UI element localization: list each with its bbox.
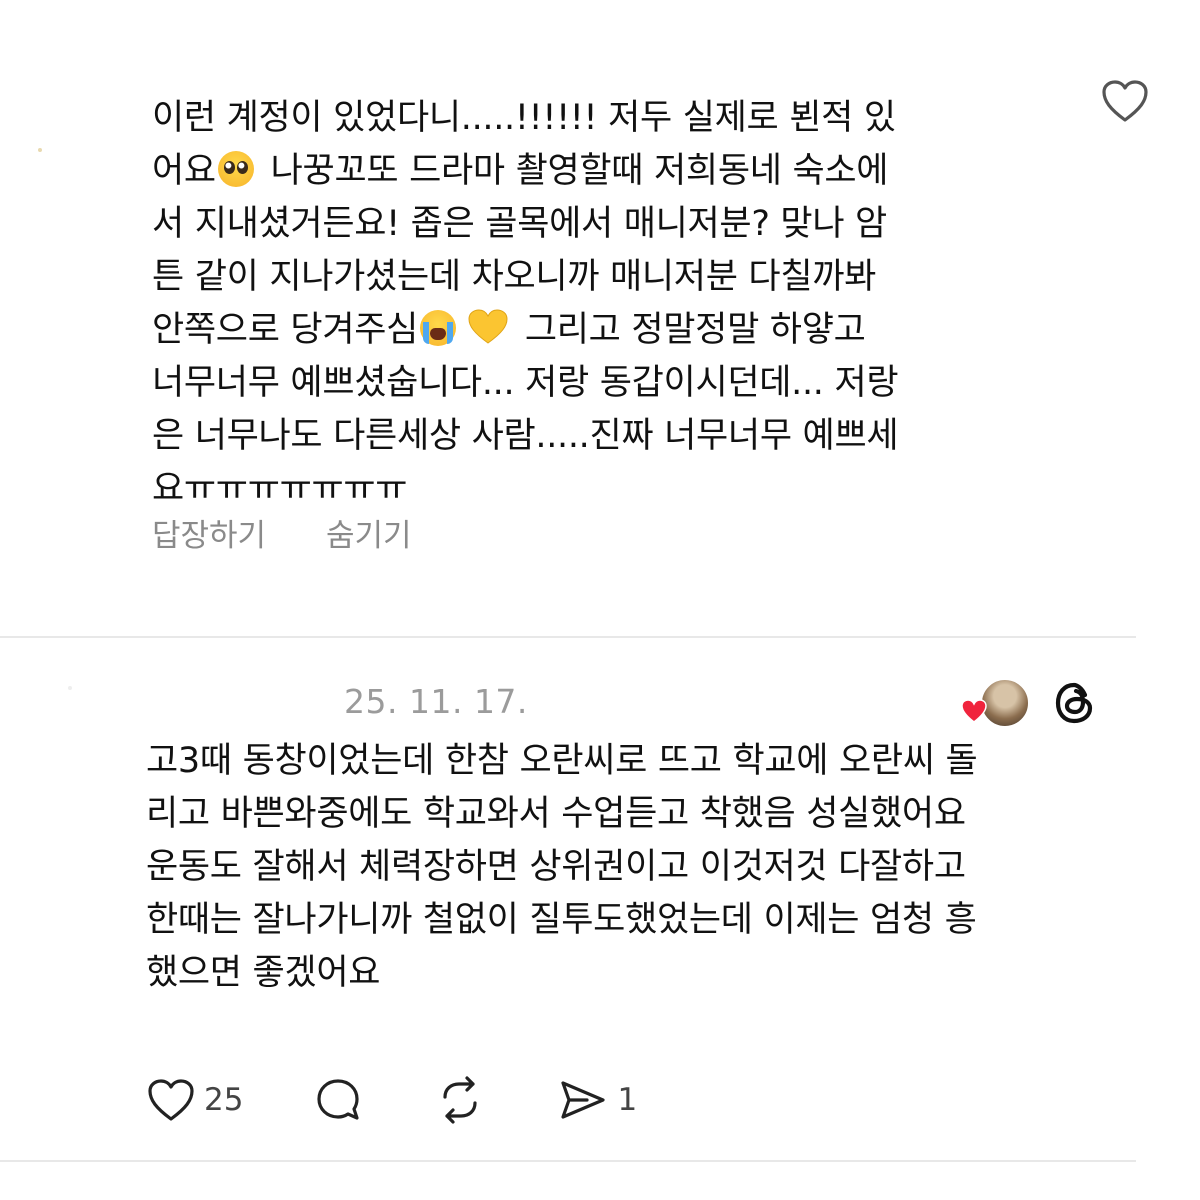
comment-bubble-icon [317, 1079, 360, 1120]
post-actions: 25 1 [146, 1070, 671, 1130]
yellow-heart-icon [468, 309, 508, 344]
reply-button[interactable]: 답장하기 [152, 510, 266, 555]
crying-face-icon [420, 310, 457, 346]
liked-heart-icon [961, 699, 987, 723]
threads-logo-icon[interactable] [1052, 680, 1098, 726]
divider [0, 636, 1136, 638]
divider [0, 1160, 1136, 1162]
post-date: 25. 11. 17. [344, 682, 528, 721]
reply-line-5-prefix: 안쪽으로 당겨주심 [152, 310, 419, 350]
like-button[interactable]: 25 [146, 1077, 243, 1123]
reply-line-3: 서 지내셨거든요! 좁은 골목에서 매니저분? 맞나 암 [152, 204, 887, 244]
reply-actions: 답장하기 숨기기 [152, 510, 462, 555]
post-text: 고3때 동창이었는데 한참 오란씨로 뜨고 학교에 오란씨 돌 리고 바쁜와중에… [146, 735, 1136, 1000]
repost-button[interactable] [435, 1075, 485, 1125]
post-line-4: 한때는 잘나가니까 철없이 질투도했었는데 이제는 엄청 흥 [146, 900, 977, 940]
share-count: 1 [617, 1082, 638, 1118]
liked-by-avatar[interactable] [958, 678, 1030, 728]
reply-comment: 이런 계정이 있었다니.....!!!!!! 저두 실제로 뵌적 있 어요 나꿍… [0, 0, 1200, 636]
decorative-dot [68, 686, 72, 690]
post-line-3: 운동도 잘해서 체력장하면 상위권이고 이것저것 다잘하고 [146, 847, 966, 887]
post-line-1: 고3때 동창이었는데 한참 오란씨로 뜨고 학교에 오란씨 돌 [146, 741, 978, 781]
post-line-5: 했으면 좋겠어요 [146, 953, 381, 993]
reply-line-5: 안쪽으로 당겨주심 그리고 정말정말 하얗고 [152, 304, 1082, 357]
reply-line-1: 이런 계정이 있었다니.....!!!!!! 저두 실제로 뵌적 있 [152, 98, 896, 138]
reply-line-8: 요ㅠㅠㅠㅠㅠㅠㅠ [152, 469, 408, 509]
reply-line-2-text: 나꿍꼬또 드라마 촬영할때 저희동네 숙소에 [270, 151, 889, 191]
hide-button[interactable]: 숨기기 [326, 510, 412, 555]
like-reply-heart-icon[interactable] [1100, 78, 1150, 124]
repost-icon [443, 1076, 478, 1124]
reply-line-4: 튼 같이 지나가셨는데 차오니까 매니저분 다칠까봐 [152, 257, 877, 297]
pleading-face-icon [217, 151, 254, 187]
decorative-dot [38, 148, 42, 152]
reply-text: 이런 계정이 있었다니.....!!!!!! 저두 실제로 뵌적 있 어요 나꿍… [152, 92, 1082, 516]
reply-line-5-text: 그리고 정말정말 하얗고 [524, 310, 866, 350]
heart-icon [148, 1079, 194, 1121]
reply-line-7: 은 너무나도 다른세상 사람.....진짜 너무너무 예쁘세 [152, 416, 899, 456]
send-icon [561, 1081, 606, 1119]
reply-line-6: 너무너무 예쁘셨숩니다... 저랑 동갑이시던데... 저랑 [152, 363, 899, 403]
like-count: 25 [204, 1082, 244, 1118]
reply-line-2: 어요 나꿍꼬또 드라마 촬영할때 저희동네 숙소에 [152, 145, 1082, 198]
reply-line-2-prefix: 어요 [152, 151, 216, 191]
post-line-2: 리고 바쁜와중에도 학교와서 수업듣고 착했음 성실했어요 [146, 794, 966, 834]
share-button[interactable]: 1 [557, 1075, 637, 1125]
comment-button[interactable] [313, 1075, 363, 1125]
